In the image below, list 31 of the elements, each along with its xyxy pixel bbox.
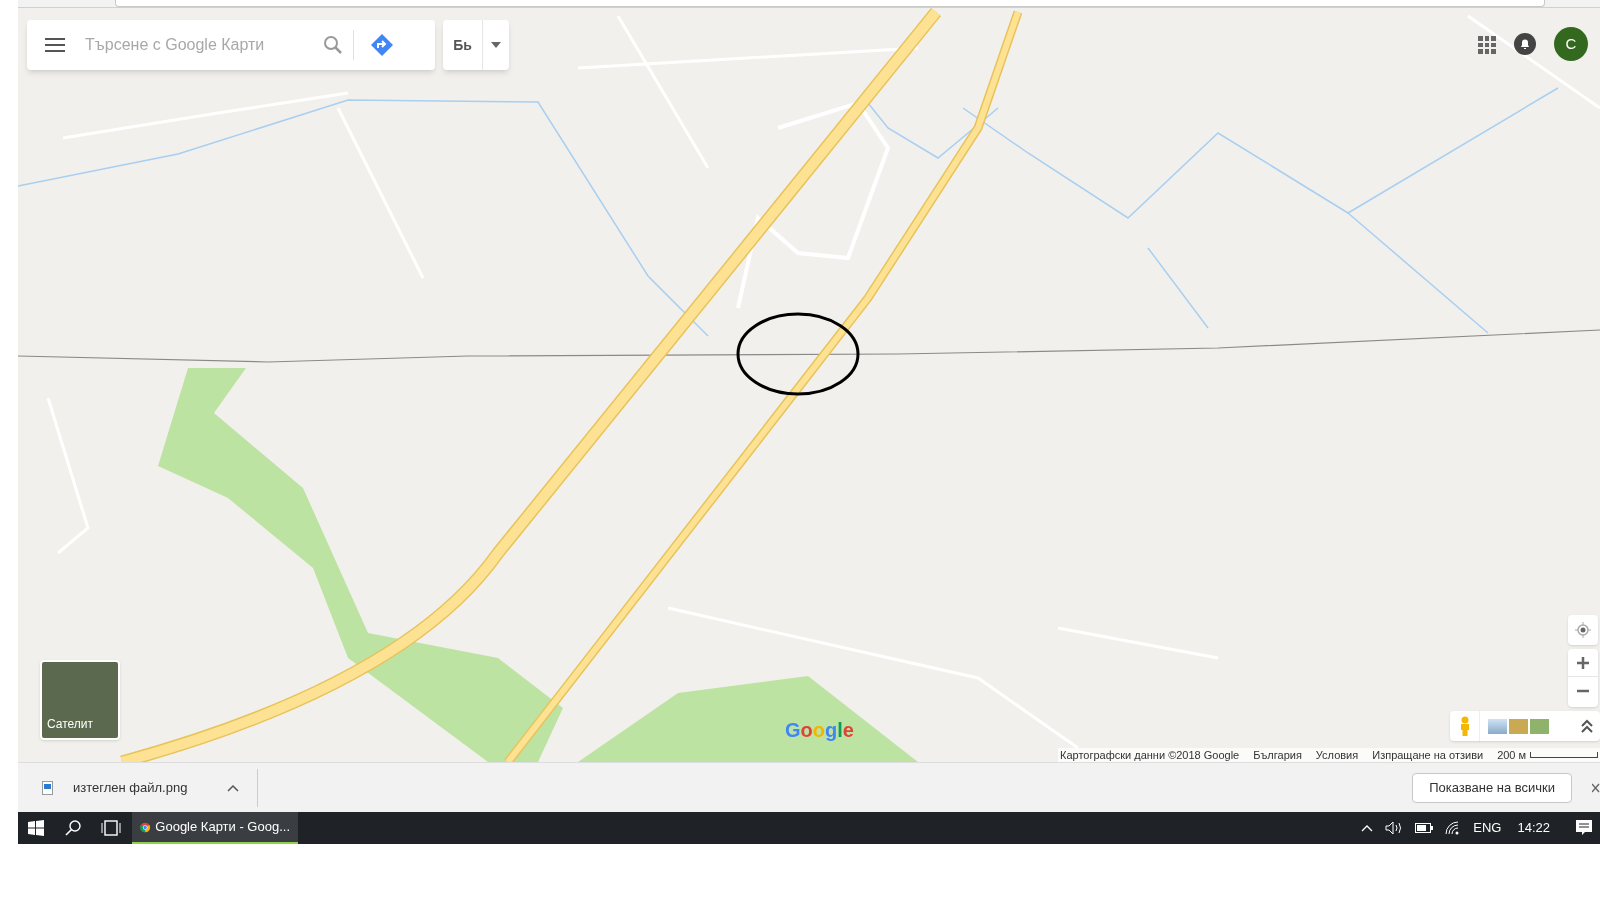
input-language[interactable]: ENG	[1473, 818, 1502, 838]
google-logo: Google	[785, 718, 854, 743]
footer-link[interactable]: Изпращане на отзиви	[1372, 746, 1484, 762]
footer-link[interactable]: България	[1253, 746, 1302, 762]
greenery-thumbnail-icon[interactable]	[1530, 718, 1549, 734]
notifications-icon[interactable]	[1514, 33, 1536, 55]
account-avatar[interactable]: C	[1554, 27, 1588, 61]
speaker-icon[interactable]	[1385, 821, 1404, 835]
scale-bar	[1530, 752, 1598, 758]
footer-link[interactable]: Условия	[1315, 746, 1359, 762]
battery-icon[interactable]	[1415, 823, 1434, 833]
field-thumbnail-icon[interactable]	[1509, 718, 1528, 734]
search-bar[interactable]: Търсене с Google Карти	[27, 20, 435, 70]
map[interactable]: Търсене с Google Карти Бь C Сателит Google Картографски данни ©2018 Google България Условия Изпращане на отзиви 200 м	[18, 8, 1600, 762]
taskbar-app-button[interactable]: Google Карти - Goog...	[132, 812, 298, 844]
caret-up-icon[interactable]	[1361, 824, 1374, 832]
apps-grid-icon[interactable]	[1478, 36, 1496, 54]
caret-up-icon	[227, 783, 239, 792]
clock[interactable]: 14:22	[1517, 818, 1550, 838]
map-data-credit: Картографски данни ©2018 Google	[1060, 747, 1240, 762]
notifications-icon[interactable]	[1576, 820, 1592, 836]
search-field[interactable]: Търсене с Google Карти	[83, 20, 313, 70]
language-button[interactable]: Бь	[443, 20, 483, 70]
show-all-button[interactable]: Показване на всички	[1412, 772, 1572, 803]
terrain-thumbnail-icon[interactable]	[1488, 718, 1507, 734]
download-item[interactable]: изтеглен файл.png	[18, 768, 258, 807]
expand-icon[interactable]	[1580, 718, 1594, 734]
file-name: изтеглен файл.png	[73, 778, 188, 797]
scale-label: 200 м	[1497, 747, 1527, 762]
satellite-toggle[interactable]: Сателит	[40, 660, 120, 740]
image-file-icon	[42, 780, 53, 795]
